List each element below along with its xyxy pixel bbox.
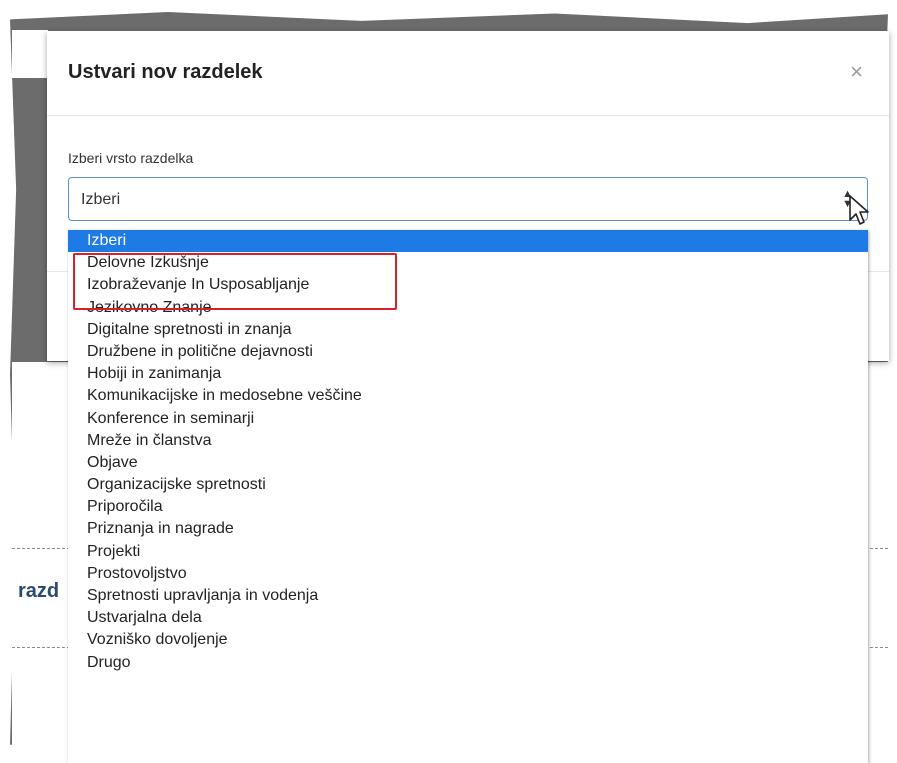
- dropdown-option[interactable]: Ustvarjalna dela: [68, 607, 868, 629]
- dropdown-option[interactable]: Prostovoljstvo: [68, 563, 868, 585]
- dropdown-option[interactable]: Organizacijske spretnosti: [68, 474, 868, 496]
- background-page-fragment: [12, 30, 48, 78]
- dropdown-option[interactable]: Vozniško dovoljenje: [68, 629, 868, 651]
- dropdown-option[interactable]: Objave: [68, 452, 868, 474]
- modal-title: Ustvari nov razdelek: [68, 61, 263, 83]
- section-type-options-list[interactable]: Izberi Delovne Izkušnje Izobraževanje In U…: [68, 230, 868, 763]
- section-type-label: Izberi vrsto razdelka: [68, 150, 194, 166]
- dropdown-option[interactable]: Izberi: [68, 230, 868, 253]
- mouse-pointer-icon: [849, 195, 869, 225]
- dropdown-option[interactable]: Projekti: [68, 541, 868, 563]
- close-icon[interactable]: ×: [850, 61, 863, 83]
- dropdown-option[interactable]: Hobiji in zanimanja: [68, 363, 868, 385]
- dropdown-option[interactable]: Priporočila: [68, 496, 868, 518]
- dropdown-option[interactable]: Družbene in politične dejavnosti: [68, 341, 868, 363]
- dropdown-option[interactable]: Delovne Izkušnje: [68, 252, 868, 274]
- dropdown-option[interactable]: Konference in seminarji: [68, 408, 868, 430]
- modal-header-divider: [47, 115, 889, 116]
- select-current-value: Izberi: [81, 191, 121, 208]
- dropdown-option[interactable]: Mreže in članstva: [68, 430, 868, 452]
- dropdown-option[interactable]: Digitalne spretnosti in znanja: [68, 319, 868, 341]
- section-type-select[interactable]: Izberi ▲ ▼: [68, 177, 868, 221]
- dropdown-option[interactable]: Izobraževanje In Usposabljanje: [68, 274, 868, 296]
- dropdown-option[interactable]: Drugo: [68, 652, 868, 674]
- dropdown-option[interactable]: Spretnosti upravljanja in vodenja: [68, 585, 868, 607]
- background-section-heading: razd: [18, 580, 60, 602]
- dropdown-option[interactable]: Priznanja in nagrade: [68, 518, 868, 540]
- dropdown-option[interactable]: Komunikacijske in medosebne veščine: [68, 385, 868, 407]
- dropdown-option[interactable]: Jezikovno Znanje: [68, 297, 868, 319]
